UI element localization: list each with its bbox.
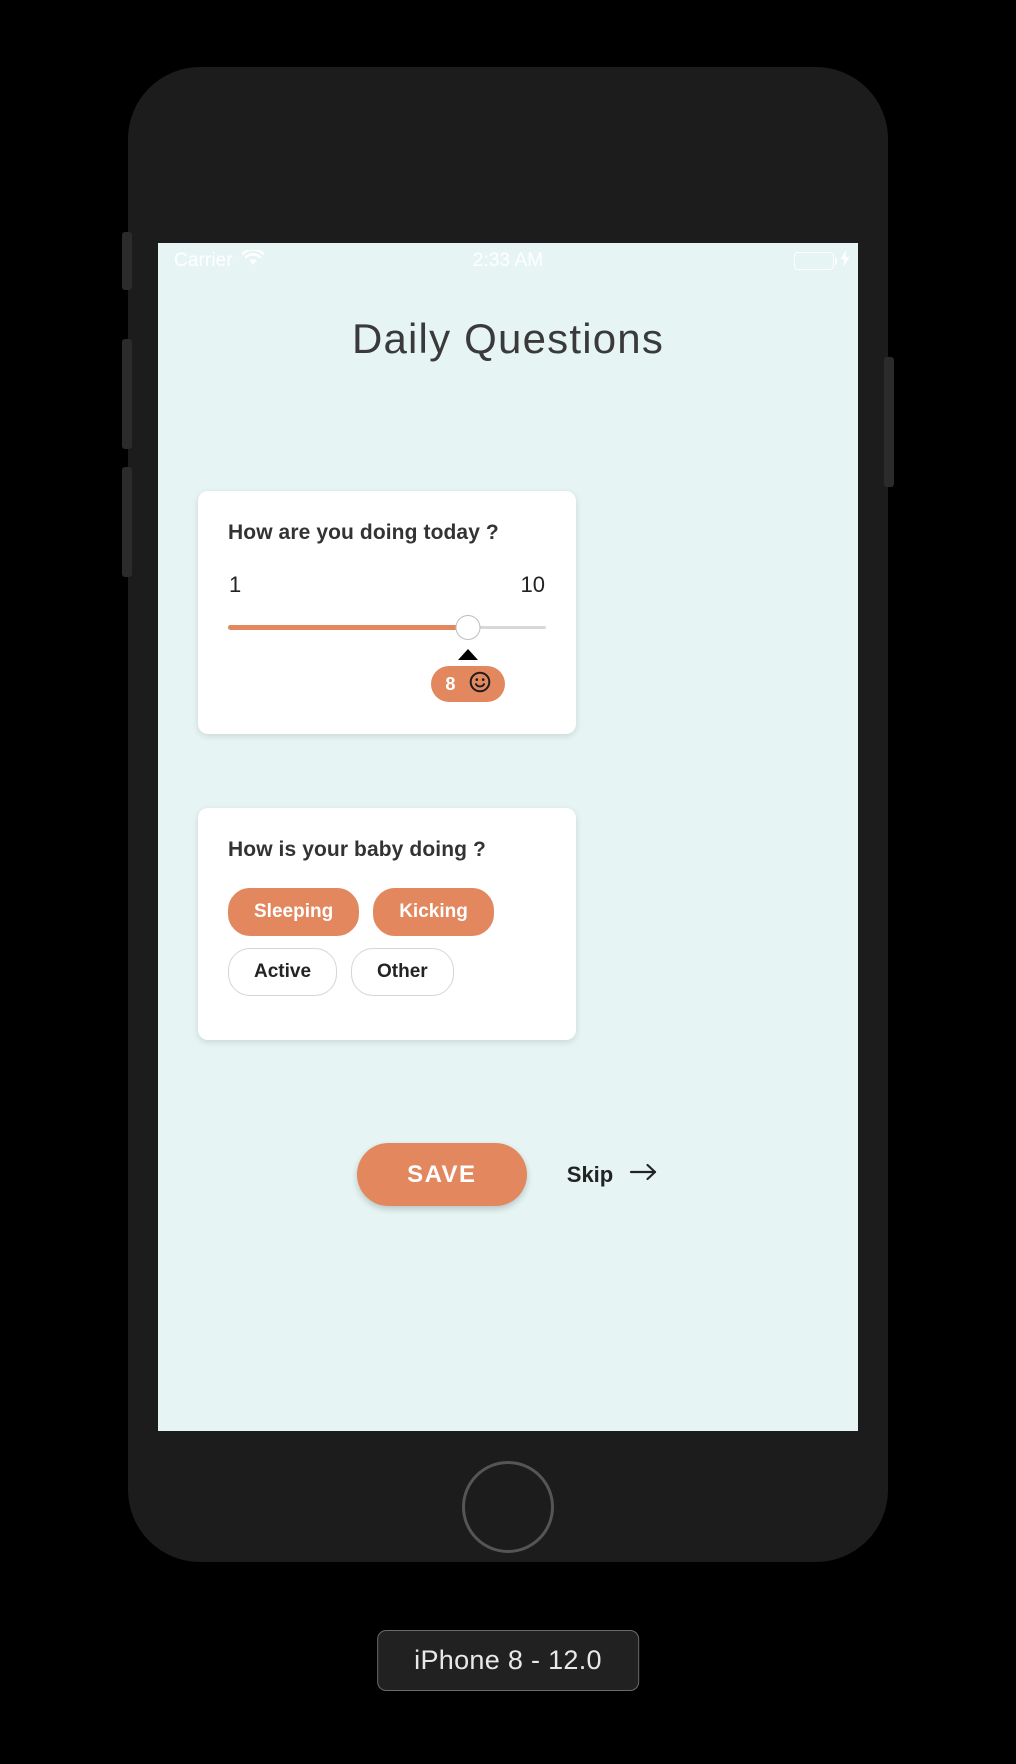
mood-slider[interactable]: 8 (228, 615, 546, 702)
battery-icon (794, 252, 837, 270)
mood-question-card: How are you doing today ? 1 10 8 (198, 491, 576, 734)
silent-switch-button[interactable] (122, 232, 132, 290)
phone-frame: Carrier 2:33 AM Daily Questions How are … (122, 67, 894, 1562)
power-button[interactable] (884, 357, 894, 487)
slider-value-label: 8 (445, 674, 456, 694)
smiley-face-icon (469, 671, 491, 698)
scale-min-label: 1 (229, 572, 242, 597)
baby-option-label: Sleeping (254, 901, 334, 922)
slider-pointer-icon (458, 649, 479, 660)
skip-button[interactable]: Skip (567, 1162, 659, 1188)
volume-down-button[interactable] (122, 467, 132, 577)
device-screen: Carrier 2:33 AM Daily Questions How are … (158, 243, 858, 1431)
skip-label: Skip (566, 1161, 614, 1187)
clock-label: 2:33 AM (472, 250, 544, 271)
lightning-bolt-icon (840, 249, 850, 273)
slider-value-badge: 8 (431, 666, 506, 702)
baby-option-chip[interactable]: Active (228, 947, 338, 996)
baby-option-label: Other (377, 960, 428, 982)
baby-question-card: How is your baby doing ? Sleeping Kicking… (198, 808, 576, 1040)
status-bar: Carrier 2:33 AM (158, 243, 858, 279)
slider-thumb[interactable] (455, 615, 481, 640)
page-title: Daily Questions (351, 315, 665, 362)
status-bar-right (794, 249, 850, 273)
slider-track-fill (228, 625, 469, 630)
action-row: SAVE Skip (158, 1143, 858, 1206)
baby-option-label: Active (254, 960, 312, 982)
scale-max-label: 10 (520, 572, 545, 597)
mood-scale-labels: 1 10 (228, 572, 546, 598)
baby-option-chip[interactable]: Sleeping (228, 888, 360, 936)
baby-option-chip[interactable]: Kicking (373, 888, 494, 936)
volume-up-button[interactable] (122, 339, 132, 449)
baby-option-label: Kicking (399, 901, 468, 922)
device-label: iPhone 8 - 12.0 (377, 1630, 639, 1691)
baby-option-chip[interactable]: Other (351, 947, 454, 996)
baby-options-group: Sleeping Kicking Active Other (228, 888, 546, 996)
save-button[interactable]: SAVE (356, 1143, 527, 1206)
arrow-right-icon (629, 1162, 659, 1188)
baby-question-label: How is your baby doing ? (228, 838, 486, 861)
mood-question-label: How are you doing today ? (228, 521, 499, 544)
home-button[interactable] (462, 1461, 554, 1553)
